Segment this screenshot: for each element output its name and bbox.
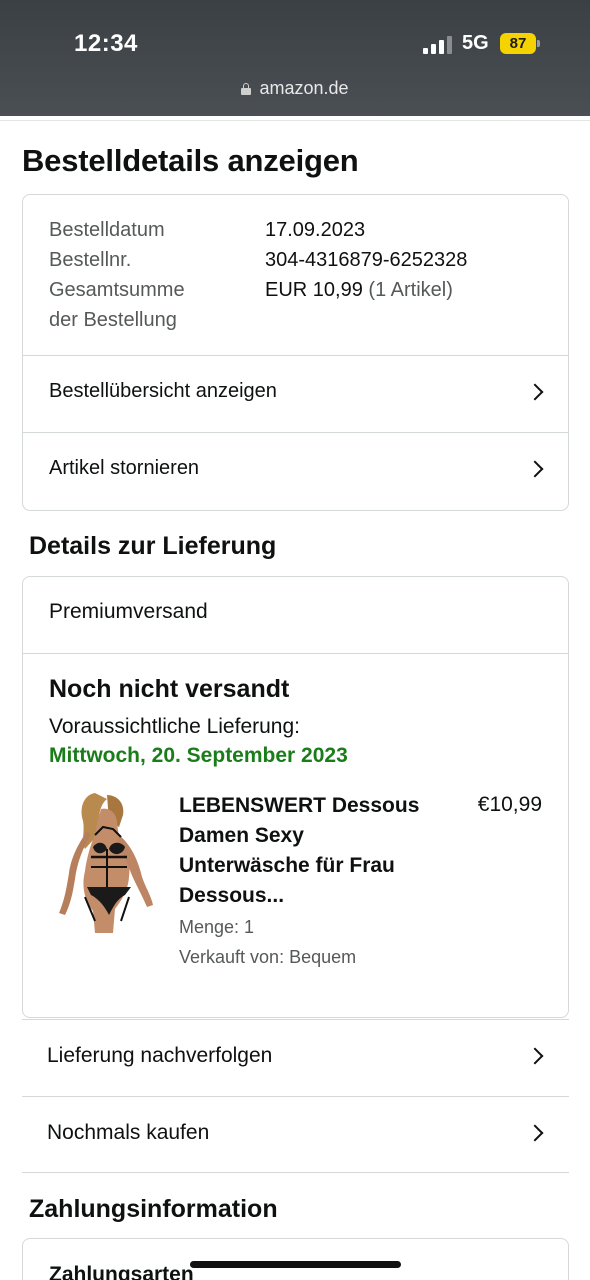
battery-icon: 87	[500, 33, 536, 54]
product-title-line: Damen Sexy	[179, 824, 304, 847]
buy-again-row[interactable]: Nochmals kaufen	[22, 1096, 569, 1173]
buy-again-label: Nochmals kaufen	[47, 1121, 210, 1144]
payment-card: Zahlungsarten	[22, 1238, 569, 1280]
payment-methods-label: Zahlungsarten	[49, 1263, 194, 1280]
product-title-line: Unterwäsche für Frau	[179, 854, 395, 877]
order-summary-card: Bestelldatum 17.09.2023 Bestellnr. 304-4…	[22, 194, 569, 511]
divider	[22, 1172, 569, 1173]
product-title-line: Dessous...	[179, 884, 285, 907]
product-price: €10,99	[477, 793, 542, 816]
order-total-items: (1 Artikel)	[368, 279, 453, 301]
view-order-summary-label: Bestellübersicht anzeigen	[49, 380, 277, 402]
url-bar[interactable]: amazon.de	[0, 78, 590, 99]
view-order-summary-row[interactable]: Bestellübersicht anzeigen	[23, 355, 568, 432]
delivery-section-title: Details zur Lieferung	[29, 532, 277, 560]
chevron-right-icon	[526, 383, 544, 401]
status-bar: 12:34 5G 87 amazon.de	[0, 0, 590, 116]
cancel-items-row[interactable]: Artikel stornieren	[23, 432, 568, 510]
shipment-status: Noch nicht versandt	[49, 675, 290, 703]
lock-icon	[241, 83, 252, 95]
order-total-label-line2: der Bestellung	[49, 309, 177, 331]
order-date-label: Bestelldatum	[49, 219, 165, 241]
product-seller: Verkauft von: Bequem	[179, 947, 357, 967]
order-date-value: 17.09.2023	[265, 219, 366, 241]
product-title-line: LEBENSWERT Dessous	[179, 794, 420, 817]
order-total-value: EUR 10,99 (1 Artikel)	[265, 275, 453, 305]
divider	[0, 120, 590, 121]
product-image[interactable]	[55, 791, 155, 933]
page-title: Bestelldetails anzeigen	[22, 143, 359, 178]
track-delivery-row[interactable]: Lieferung nachverfolgen	[22, 1019, 569, 1096]
cancel-items-label: Artikel stornieren	[49, 457, 200, 479]
order-total-label-line1: Gesamtsumme	[49, 279, 185, 301]
chevron-right-icon	[526, 1124, 544, 1142]
network-type: 5G	[462, 32, 489, 54]
chevron-right-icon	[526, 460, 544, 478]
cellular-signal-icon	[423, 34, 453, 54]
order-total-amount: EUR 10,99	[265, 279, 363, 301]
product-quantity: Menge: 1	[179, 917, 255, 937]
expected-delivery-label: Voraussichtliche Lieferung:	[49, 715, 300, 738]
delivery-card: Premiumversand Noch nicht versandt Vorau…	[22, 576, 569, 1018]
divider	[23, 653, 568, 654]
shipping-type: Premiumversand	[49, 600, 208, 623]
clock: 12:34	[74, 30, 138, 57]
track-delivery-label: Lieferung nachverfolgen	[47, 1044, 273, 1067]
product-title[interactable]: LEBENSWERT Dessous Damen Sexy Unterwäsch…	[179, 791, 449, 911]
home-indicator[interactable]	[190, 1261, 401, 1268]
url-text: amazon.de	[259, 78, 349, 98]
order-number-value: 304-4316879-6252328	[265, 249, 468, 271]
order-number-label: Bestellnr.	[49, 249, 132, 271]
payment-section-title: Zahlungsinformation	[29, 1195, 278, 1223]
expected-delivery-date: Mittwoch, 20. September 2023	[49, 744, 348, 767]
chevron-right-icon	[526, 1047, 544, 1065]
battery-tip	[537, 40, 540, 47]
